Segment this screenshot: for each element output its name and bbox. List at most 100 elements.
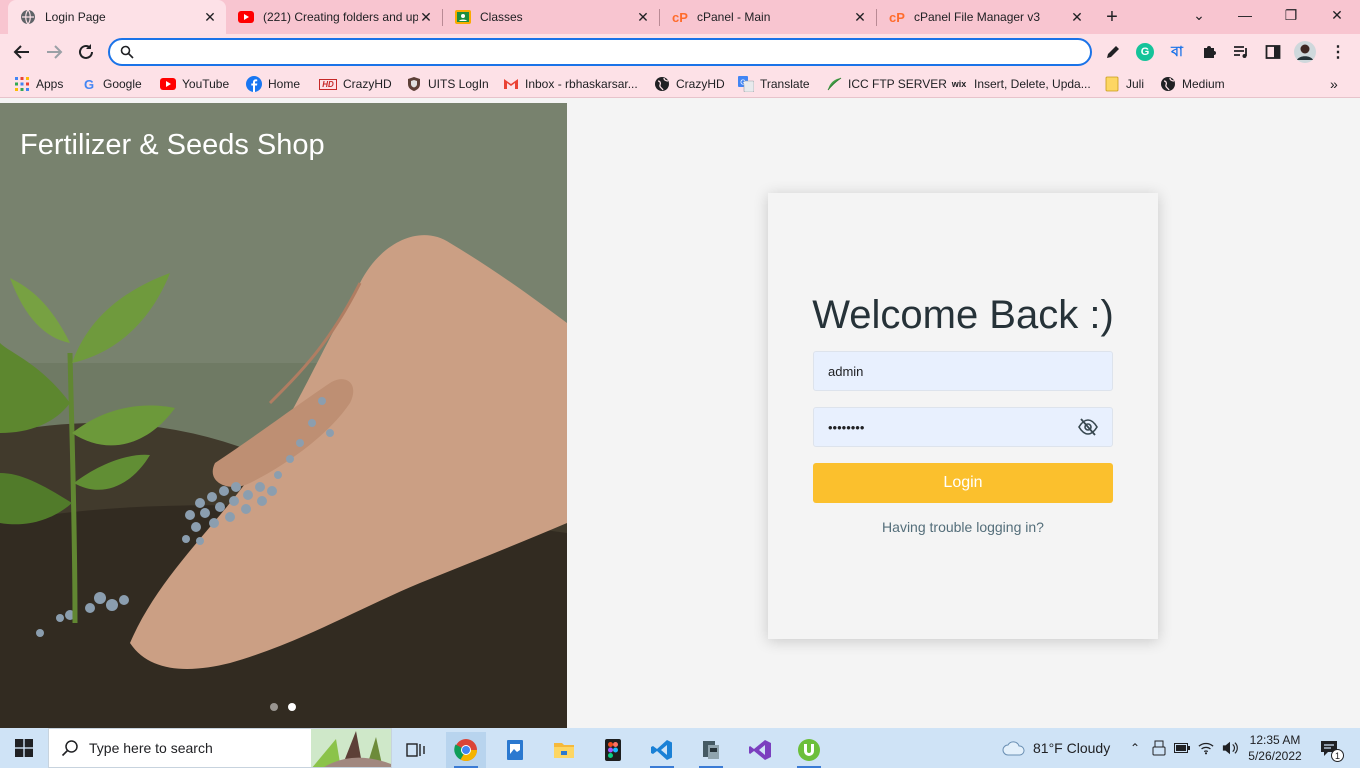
bookmark-medium[interactable]: Medium (1160, 75, 1225, 93)
password-input[interactable] (828, 419, 1078, 435)
bookmark-home[interactable]: Home (246, 75, 300, 93)
facebook-icon (246, 76, 262, 92)
tab-strip: Login Page ✕ (221) Creating folders and … (0, 0, 1360, 34)
arrow-right-icon (47, 45, 63, 59)
windows-taskbar: Type here to search 81°F Cloudy ⌃ 12:35 … (0, 728, 1360, 768)
grammarly-icon[interactable]: G (1134, 41, 1156, 63)
back-button[interactable] (8, 38, 36, 66)
notification-center-icon[interactable]: 1 (1318, 738, 1344, 762)
carousel-dot[interactable] (270, 703, 278, 711)
address-bar[interactable] (108, 38, 1092, 66)
tab-login-page[interactable]: Login Page ✕ (8, 0, 226, 34)
password-field[interactable] (813, 407, 1113, 447)
close-icon[interactable]: ✕ (635, 9, 651, 25)
media-queue-icon[interactable] (1230, 41, 1252, 63)
arrow-left-icon (13, 45, 29, 59)
browser-menu-icon[interactable]: ⋮ (1327, 41, 1349, 63)
username-field[interactable] (813, 351, 1113, 391)
carousel-indicators (270, 703, 296, 711)
tab-search-button[interactable]: ⌄ (1176, 0, 1222, 30)
trouble-logging-in-link[interactable]: Having trouble logging in? (768, 519, 1158, 535)
minimize-button[interactable]: — (1222, 0, 1268, 30)
profile-avatar[interactable] (1294, 41, 1316, 63)
bookmark-apps[interactable]: Apps (14, 75, 63, 93)
bookmark-label: UITS LogIn (428, 77, 489, 91)
photos-taskbar-icon[interactable] (495, 732, 535, 768)
weather-text[interactable]: 81°F Cloudy (1033, 740, 1110, 756)
usb-device-icon[interactable] (691, 732, 731, 768)
close-icon[interactable]: ✕ (1069, 9, 1085, 25)
restore-button[interactable]: ❐ (1268, 0, 1314, 30)
bookmark-google[interactable]: G Google (81, 75, 142, 93)
battery-icon[interactable] (1174, 740, 1190, 756)
bookmark-label: YouTube (182, 77, 230, 91)
bookmark-insert-delete[interactable]: wix Insert, Delete, Upda... (950, 75, 1091, 93)
forward-button[interactable] (40, 38, 68, 66)
tab-title: (221) Creating folders and up (263, 10, 418, 24)
start-button[interactable] (0, 728, 48, 768)
username-input[interactable] (828, 363, 1098, 379)
reload-button[interactable] (72, 38, 100, 66)
volume-icon[interactable] (1222, 740, 1238, 756)
login-button[interactable]: Login (813, 463, 1113, 503)
youtube-icon (238, 9, 254, 25)
globe-icon (20, 9, 36, 25)
eye-slash-icon[interactable] (1078, 418, 1098, 436)
carousel-dot-active[interactable] (288, 703, 296, 711)
vscode-icon[interactable] (642, 732, 682, 768)
bookmarks-bar: Apps G Google YouTube Home HD CrazyHD UI… (0, 70, 1360, 98)
task-view-icon[interactable] (396, 732, 436, 768)
bangla-keyboard-icon[interactable]: বা (1166, 41, 1188, 63)
usb-tray-icon[interactable] (1151, 740, 1167, 756)
hero-carousel: Fertilizer & Seeds Shop (0, 103, 567, 728)
cloudy-weather-icon[interactable] (1002, 740, 1026, 756)
bookmark-uits-login[interactable]: UITS LogIn (406, 75, 489, 93)
bookmarks-overflow-button[interactable]: » (1330, 75, 1338, 93)
close-icon[interactable]: ✕ (418, 9, 434, 25)
taskbar-search-box[interactable]: Type here to search (48, 728, 392, 768)
visual-studio-icon[interactable] (740, 732, 780, 768)
bookmark-label: Medium (1182, 77, 1225, 91)
system-clock[interactable]: 12:35 AM 5/26/2022 (1242, 732, 1308, 764)
close-icon[interactable]: ✕ (202, 9, 218, 25)
tab-youtube[interactable]: (221) Creating folders and up ✕ (226, 0, 442, 34)
address-input[interactable] (142, 44, 1090, 60)
bookmark-label: Inbox - rbhaskarsar... (525, 77, 638, 91)
search-icon (120, 45, 134, 59)
reload-icon (79, 44, 93, 59)
tab-classes[interactable]: Classes ✕ (443, 0, 659, 34)
bookmark-juli[interactable]: Juli (1104, 75, 1144, 93)
utorrent-icon[interactable] (789, 732, 829, 768)
side-panel-icon[interactable] (1262, 41, 1284, 63)
close-icon[interactable]: ✕ (852, 9, 868, 25)
bookmark-icc-ftp[interactable]: ICC FTP SERVER (826, 75, 947, 93)
tab-title: cPanel File Manager v3 (914, 10, 1041, 24)
tab-title: Login Page (45, 10, 106, 24)
classroom-icon (455, 9, 471, 25)
bookmark-crazyhd[interactable]: HD CrazyHD (319, 75, 392, 93)
bookmark-label: Juli (1126, 77, 1145, 91)
search-icon (61, 740, 78, 757)
login-page: Fertilizer & Seeds Shop Welcome Back :) … (0, 103, 1360, 728)
clock-time: 12:35 AM (1249, 733, 1301, 747)
tab-cpanel-file-manager[interactable]: cP cPanel File Manager v3 ✕ (877, 0, 1093, 34)
bookmark-youtube[interactable]: YouTube (160, 75, 229, 93)
chevron-up-icon[interactable]: ⌃ (1127, 740, 1143, 756)
pen-extension-icon[interactable] (1102, 41, 1124, 63)
new-tab-button[interactable]: + (1100, 5, 1124, 29)
youtube-icon (160, 76, 176, 92)
wifi-icon[interactable] (1198, 740, 1214, 756)
file-explorer-icon[interactable] (544, 732, 584, 768)
bookmark-crazyhd-2[interactable]: CrazyHD (654, 75, 725, 93)
tab-cpanel-main[interactable]: cP cPanel - Main ✕ (660, 0, 876, 34)
globe-icon (654, 76, 670, 92)
search-highlight-illustration (311, 729, 391, 767)
bookmark-label: CrazyHD (676, 77, 725, 91)
close-window-button[interactable]: ✕ (1314, 0, 1360, 30)
extensions-puzzle-icon[interactable] (1198, 41, 1220, 63)
chrome-taskbar-icon[interactable] (446, 732, 486, 768)
bookmark-inbox[interactable]: Inbox - rbhaskarsar... (503, 75, 638, 93)
figma-icon[interactable] (593, 732, 633, 768)
clock-date: 5/26/2022 (1248, 749, 1302, 763)
bookmark-translate[interactable]: G Translate (738, 75, 810, 93)
